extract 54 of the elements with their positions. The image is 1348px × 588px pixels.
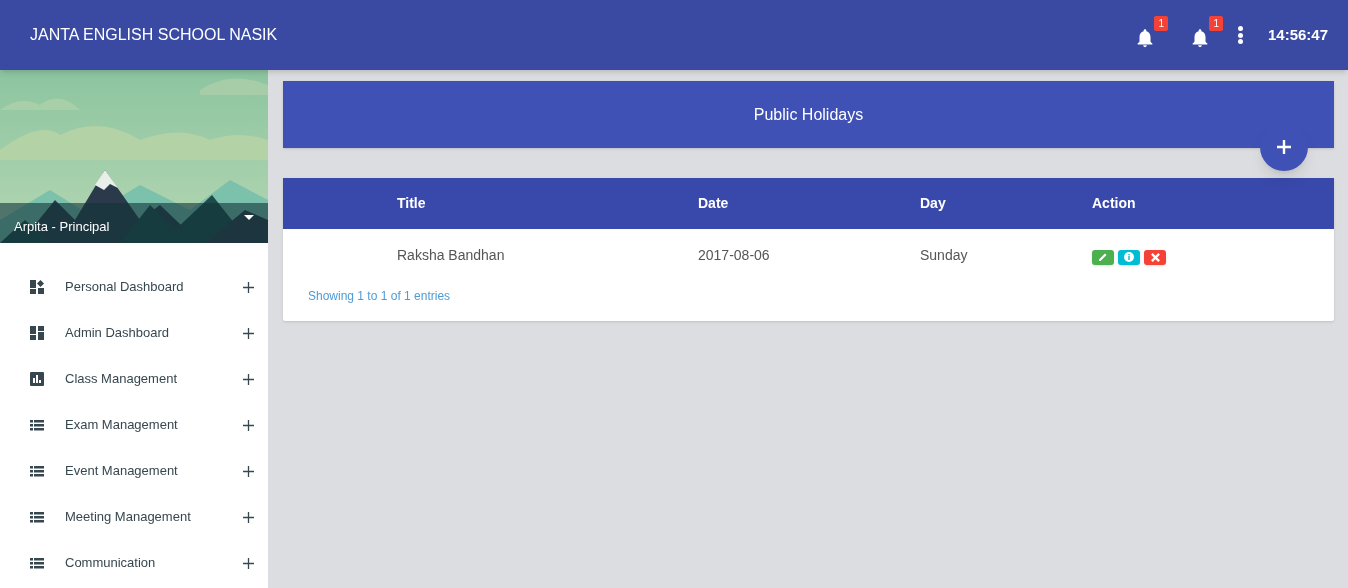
school-title: JANTA ENGLISH SCHOOL NASIK xyxy=(30,25,279,45)
sidebar-label: Personal Dashboard xyxy=(65,278,185,297)
edit-button[interactable] xyxy=(1092,249,1114,265)
sidebar-item[interactable]: Exam Management xyxy=(0,402,268,448)
sidebar-label: Admin Dashboard xyxy=(65,324,171,343)
info-icon xyxy=(1124,252,1134,262)
sidebar-item[interactable]: Communication xyxy=(0,540,268,586)
pencil-icon xyxy=(1098,252,1108,262)
sidebar-label: Meeting Management xyxy=(65,508,192,527)
close-icon xyxy=(1150,252,1160,262)
table-cell-text: Raksha Bandhan xyxy=(397,245,506,265)
plus-icon xyxy=(243,419,254,431)
notification-count: 1 xyxy=(1209,16,1223,31)
notification-button[interactable]: 1 xyxy=(1188,16,1223,54)
sidebar-item[interactable]: Meeting Management xyxy=(0,494,268,540)
plus-icon xyxy=(243,511,254,523)
plus-icon xyxy=(1276,139,1292,155)
sidebar-item[interactable]: Class Management xyxy=(0,356,268,402)
profile-bar[interactable]: Arpita - Principal xyxy=(0,203,268,243)
notification-count: 1 xyxy=(1154,16,1168,31)
chart-icon xyxy=(30,372,44,386)
plus-icon xyxy=(243,327,254,339)
dropdown-icon xyxy=(244,215,254,221)
column-header: Date xyxy=(698,194,730,213)
delete-button[interactable] xyxy=(1144,249,1166,265)
sidebar-label: Class Management xyxy=(65,370,178,389)
sidebar-item[interactable]: Personal Dashboard xyxy=(0,264,268,310)
page-title: Public Holidays xyxy=(753,104,864,125)
list-icon xyxy=(30,511,44,523)
plus-icon xyxy=(243,373,254,385)
sidebar-label: Event Management xyxy=(65,462,179,481)
notification-button[interactable]: 1 xyxy=(1133,16,1168,54)
sidebar-label: Exam Management xyxy=(65,416,179,435)
table-cell-text: 2017-08-06 xyxy=(698,245,771,265)
more-menu-icon[interactable] xyxy=(1237,26,1244,44)
sidebar-item[interactable]: Event Management xyxy=(0,448,268,494)
clock: 14:56:47 xyxy=(1267,24,1328,45)
plus-icon xyxy=(243,465,254,477)
column-header: Action xyxy=(1092,194,1137,213)
table-cell-text: Sunday xyxy=(920,245,969,265)
list-icon xyxy=(30,419,44,431)
sidebar-label: Communication xyxy=(65,554,157,573)
list-icon xyxy=(30,557,44,569)
column-header: Title xyxy=(397,194,427,213)
plus-icon xyxy=(243,281,254,293)
plus-icon xyxy=(243,557,254,569)
column-header: Day xyxy=(920,194,947,213)
user-name: Arpita - Principal xyxy=(14,218,111,237)
sidebar-item[interactable]: Admin Dashboard xyxy=(0,310,268,356)
list-icon xyxy=(30,465,44,477)
dashboard-icon xyxy=(30,280,44,294)
dashboard-icon xyxy=(30,326,44,340)
entries-info: Showing 1 to 1 of 1 entries xyxy=(308,289,451,303)
info-button[interactable] xyxy=(1118,249,1140,265)
